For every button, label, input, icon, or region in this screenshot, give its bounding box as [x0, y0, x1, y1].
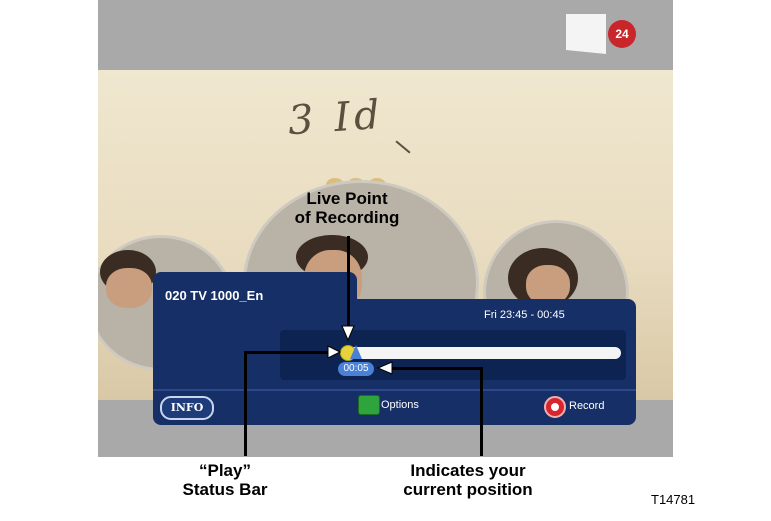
channel-flag-icon — [566, 14, 606, 54]
position-callout-line2: current position — [403, 480, 533, 499]
figure-code: T14781 — [651, 492, 696, 507]
live-point-callout: Live Point of Recording — [262, 189, 432, 227]
position-leader-horizontal — [392, 367, 483, 370]
options-button[interactable]: Options — [381, 399, 419, 411]
live-point-callout-line1: Live Point — [306, 189, 388, 208]
play-status-leader-vertical — [244, 352, 247, 456]
live-point-leader — [347, 236, 350, 326]
record-button[interactable]: Record — [569, 400, 604, 412]
channel-badge: 24 — [608, 20, 636, 48]
channel-logo: 24 — [566, 14, 646, 54]
info-button[interactable]: INFO — [160, 396, 214, 420]
green-options-key-icon[interactable] — [358, 395, 380, 415]
position-callout-line1: Indicates your — [410, 461, 526, 480]
program-time: Fri 23:45 - 00:45 — [484, 309, 565, 321]
red-record-key-icon[interactable] — [544, 396, 566, 418]
banner-divider — [153, 389, 636, 391]
position-leader-vertical — [480, 368, 483, 456]
position-callout: Indicates your current position — [368, 461, 568, 499]
position-marker-icon[interactable] — [350, 345, 362, 359]
play-status-bar[interactable] — [344, 347, 621, 359]
current-position-time: 00:05 — [338, 362, 374, 376]
channel-name: 020 TV 1000_En — [165, 288, 264, 303]
play-status-leader-horizontal — [244, 351, 334, 354]
person-left — [106, 268, 152, 308]
play-status-callout-line2: Status Bar — [182, 480, 268, 499]
handwritten-mark: 3 Id — [286, 91, 386, 145]
play-status-callout-line1: “Play” — [199, 461, 251, 480]
live-point-callout-line2: of Recording — [294, 208, 400, 227]
play-status-callout: “Play” Status Bar — [165, 461, 285, 499]
